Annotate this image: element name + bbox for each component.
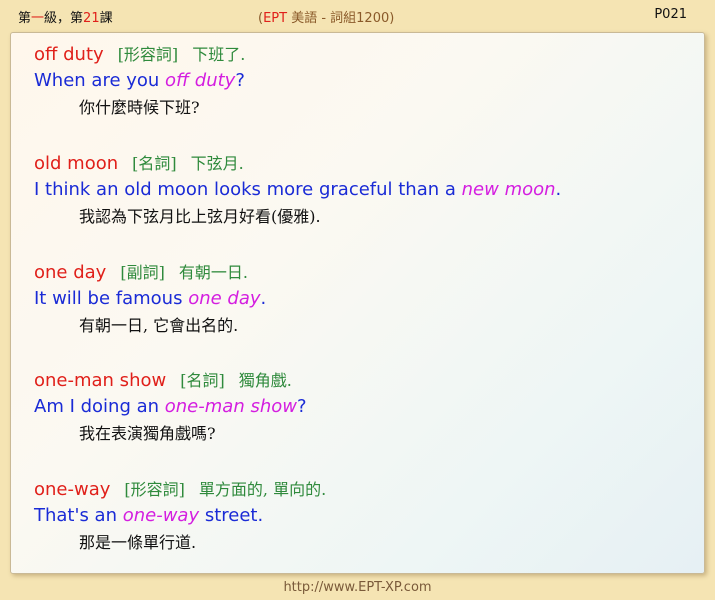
example-sentence: That's an one-way street. — [34, 502, 326, 529]
term-line: one-way [形容詞] 單方面的, 單向的. — [34, 478, 326, 502]
definition: 單方面的, 單向的. — [198, 480, 327, 499]
lesson-suffix: 課 — [99, 11, 113, 26]
example-highlight: one day — [188, 288, 261, 309]
term: one-way — [34, 479, 111, 500]
lesson-number: 21 — [83, 11, 100, 26]
part-of-speech: [名詞] — [132, 154, 177, 173]
example-before: It will be famous — [34, 288, 189, 309]
lesson-mid: 級，第 — [44, 11, 84, 26]
term-line: off duty [形容詞] 下班了. — [34, 43, 245, 67]
example-after: . — [555, 179, 562, 200]
example-after: ? — [296, 396, 307, 417]
term-line: one day [副詞] 有朝一日. — [34, 261, 266, 285]
footer-url: http://www.EPT-XP.com — [283, 580, 432, 595]
translation: 你什麼時候下班? — [79, 98, 200, 117]
vocab-entry: one day [副詞] 有朝一日. It will be famous one d… — [34, 261, 266, 340]
example-sentence: It will be famous one day. — [34, 285, 266, 312]
part-of-speech: [形容詞] — [117, 45, 179, 64]
vocab-entry: one-man show [名詞] 獨角戲. Am I doing an one-m… — [34, 369, 307, 448]
example-sentence: I think an old moon looks more graceful … — [34, 176, 561, 203]
term-line: old moon [名詞] 下弦月. — [34, 152, 561, 176]
definition: 下弦月. — [190, 154, 244, 173]
example-before: Am I doing an — [34, 396, 165, 417]
translation: 有朝一日, 它會出名的. — [79, 316, 239, 335]
part-of-speech: [名詞] — [180, 371, 225, 390]
translation: 我認為下弦月比上弦月好看(優雅). — [79, 207, 321, 226]
title-rest: 美語 - 詞組1200) — [287, 11, 395, 26]
example-highlight: new moon — [461, 179, 556, 200]
part-of-speech: [形容詞] — [124, 480, 185, 499]
vocab-entry: off duty [形容詞] 下班了. When are you off duty?… — [34, 43, 245, 122]
term: old moon — [34, 153, 119, 174]
translation: 我在表演獨角戲嗎? — [79, 424, 216, 443]
lesson-label: 第一級，第21課 — [18, 7, 113, 26]
definition: 下班了. — [192, 45, 246, 64]
course-title: (EPT 美語 - 詞組1200) — [258, 7, 394, 26]
example-highlight: one-way — [122, 505, 200, 526]
example-after: . — [260, 288, 267, 309]
part-of-speech: [副詞] — [120, 263, 165, 282]
example-highlight: off duty — [165, 70, 236, 91]
translation: 那是一條單行道. — [79, 533, 197, 552]
title-brand: EPT — [263, 11, 288, 26]
term: off duty — [34, 44, 104, 65]
lesson-prefix: 第 — [18, 11, 32, 26]
definition: 獨角戲. — [238, 371, 292, 390]
term-line: one-man show [名詞] 獨角戲. — [34, 369, 307, 393]
example-highlight: one-man show — [164, 396, 297, 417]
example-before: When are you — [34, 70, 166, 91]
page-number: P021 — [654, 7, 687, 22]
term: one day — [34, 262, 107, 283]
example-after: ? — [235, 70, 245, 91]
example-before: That's an — [34, 505, 123, 526]
vocab-entry: old moon [名詞] 下弦月. I think an old moon loo… — [34, 152, 561, 231]
vocab-card: off duty [形容詞] 下班了. When are you off duty?… — [10, 32, 705, 574]
example-before: I think an old moon looks more graceful … — [34, 179, 462, 200]
definition: 有朝一日. — [178, 263, 248, 282]
example-sentence: Am I doing an one-man show? — [34, 393, 307, 420]
page-header: 第一級，第21課 (EPT 美語 - 詞組1200) P021 — [0, 0, 715, 32]
term: one-man show — [34, 370, 167, 391]
example-after: street. — [199, 505, 264, 526]
lesson-level: 一 — [31, 11, 45, 26]
example-sentence: When are you off duty? — [34, 67, 245, 94]
vocab-entry: one-way [形容詞] 單方面的, 單向的. That's an one-way… — [34, 478, 326, 557]
